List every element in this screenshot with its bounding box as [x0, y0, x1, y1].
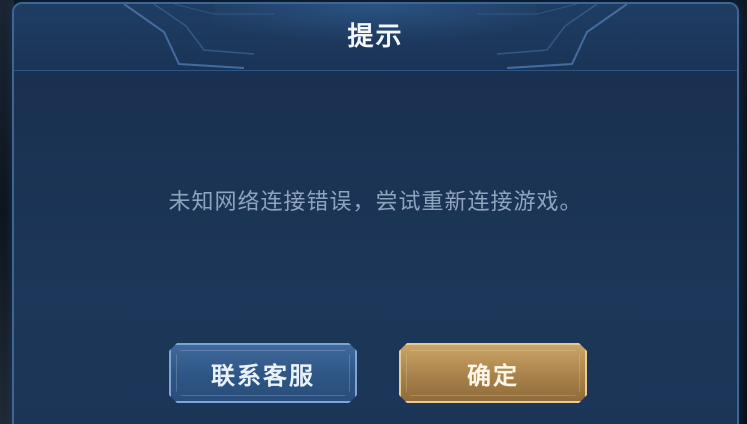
- game-screen: 提示 未知网络连接错误，尝试重新连接游戏。 联系客服 确定: [0, 0, 747, 424]
- dialog-title: 提示: [347, 22, 404, 52]
- contact-support-button[interactable]: 联系客服: [169, 343, 357, 403]
- confirm-label: 确定: [467, 361, 519, 390]
- dialog-body: 未知网络连接错误，尝试重新连接游戏。: [14, 71, 737, 424]
- dialog-header: 提示: [14, 4, 737, 71]
- alert-dialog: 提示 未知网络连接错误，尝试重新连接游戏。 联系客服 确定: [12, 2, 739, 424]
- error-message: 未知网络连接错误，尝试重新连接游戏。: [168, 190, 583, 215]
- confirm-button[interactable]: 确定: [399, 343, 587, 403]
- contact-support-label: 联系客服: [211, 361, 315, 390]
